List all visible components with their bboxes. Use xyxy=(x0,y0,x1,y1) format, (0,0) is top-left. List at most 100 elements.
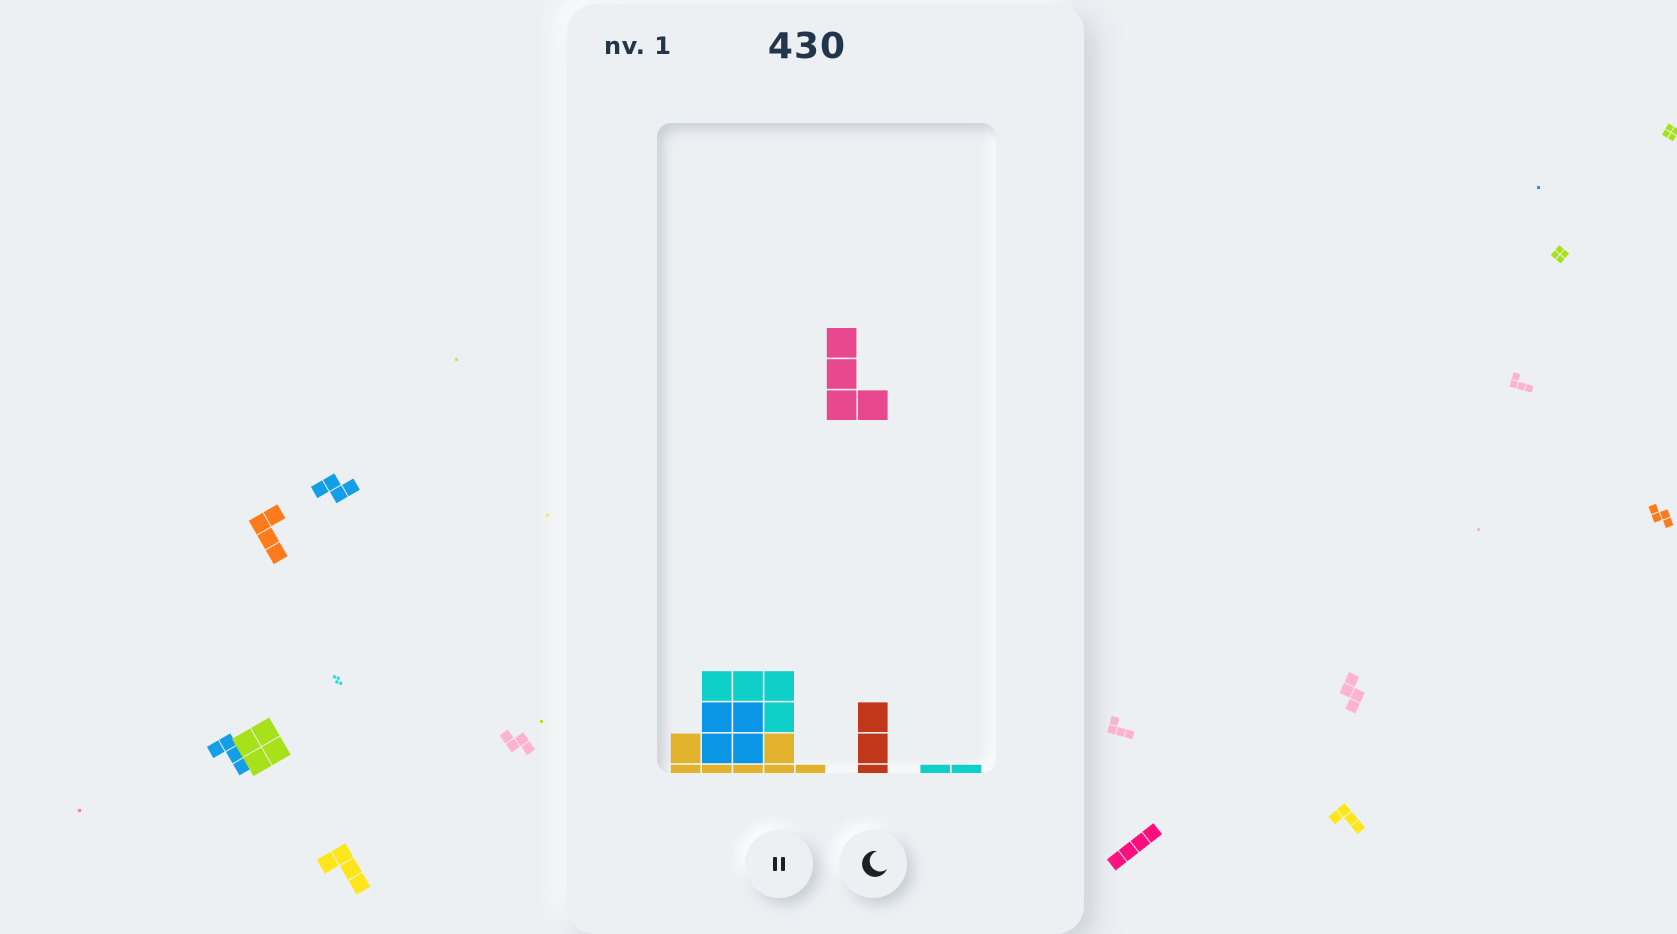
background-piece-block xyxy=(1345,699,1360,714)
settled-block xyxy=(733,765,763,773)
background-piece-block xyxy=(1344,812,1358,826)
background-piece-block xyxy=(1142,823,1162,843)
background-piece xyxy=(311,466,360,510)
score-display: 430 xyxy=(687,26,927,67)
background-piece xyxy=(1107,823,1162,870)
settled-block xyxy=(764,765,794,773)
settled-block xyxy=(764,734,794,764)
background-piece xyxy=(1648,501,1673,531)
background-piece xyxy=(331,675,344,685)
background-piece-block xyxy=(232,728,261,757)
background-piece-block xyxy=(262,737,291,766)
background-piece-block xyxy=(219,733,237,751)
background-piece-block xyxy=(1551,251,1559,259)
background-piece-block xyxy=(1512,372,1521,381)
active-piece-block xyxy=(827,390,857,420)
background-speck xyxy=(540,720,543,723)
background-piece-block xyxy=(1107,725,1117,735)
game-board[interactable] xyxy=(657,123,996,773)
background-piece xyxy=(1509,372,1535,392)
background-piece xyxy=(207,733,251,782)
background-piece-block xyxy=(515,732,529,746)
background-piece-block xyxy=(1116,727,1126,737)
background-piece-block xyxy=(1350,688,1365,703)
background-piece-block xyxy=(1555,245,1563,253)
background-piece xyxy=(249,504,303,564)
background-piece-block xyxy=(340,858,362,880)
settled-block xyxy=(858,734,888,764)
board-grid xyxy=(657,123,996,773)
active-piece-block xyxy=(858,390,888,420)
settled-block xyxy=(952,765,982,773)
background-piece-block xyxy=(1107,851,1127,871)
background-piece-block xyxy=(1351,820,1365,834)
dark-mode-button[interactable] xyxy=(839,830,907,898)
background-piece-block xyxy=(1337,803,1351,817)
background-piece-block xyxy=(1345,672,1360,687)
settled-block xyxy=(702,734,732,764)
background-speck xyxy=(455,358,458,361)
moon-icon xyxy=(856,847,890,881)
background-piece-block xyxy=(332,843,354,865)
settled-block xyxy=(671,734,701,764)
background-piece-block xyxy=(1119,842,1139,862)
active-piece-block xyxy=(827,359,857,389)
settled-block xyxy=(764,671,794,701)
background-piece xyxy=(317,843,371,903)
settled-block xyxy=(796,765,826,773)
background-piece xyxy=(500,723,536,761)
background-piece-block xyxy=(1660,509,1670,519)
background-piece xyxy=(1334,672,1370,713)
settled-block xyxy=(764,702,794,732)
settled-block xyxy=(858,702,888,732)
background-piece-block xyxy=(311,480,329,498)
pause-icon xyxy=(773,857,785,871)
background-piece xyxy=(232,717,291,776)
game-panel: nv. 1 430 xyxy=(567,4,1084,934)
background-speck xyxy=(1537,186,1540,189)
background-piece-block xyxy=(266,542,288,564)
background-piece-block xyxy=(1668,133,1676,141)
background-piece-block xyxy=(1662,130,1670,138)
background-piece xyxy=(1107,716,1137,739)
background-piece-block xyxy=(339,681,343,685)
background-piece-block xyxy=(521,741,535,755)
background-piece-block xyxy=(506,739,520,753)
background-piece-block xyxy=(226,746,244,764)
background-piece-block xyxy=(233,758,251,776)
pause-button[interactable] xyxy=(745,830,813,898)
active-piece-block xyxy=(827,328,857,358)
settled-block xyxy=(702,765,732,773)
settled-block xyxy=(671,765,701,773)
background-piece-block xyxy=(1663,518,1673,528)
settled-block xyxy=(702,671,732,701)
background-piece-block xyxy=(317,852,339,874)
background-speck xyxy=(78,809,81,812)
background-speck xyxy=(1477,528,1480,531)
background-piece-block xyxy=(1648,504,1658,514)
settled-block xyxy=(733,671,763,701)
background-piece-block xyxy=(349,873,371,895)
background-piece-block xyxy=(1509,380,1518,389)
background-piece-block xyxy=(1339,683,1354,698)
background-piece-block xyxy=(330,486,348,504)
background-piece-block xyxy=(1672,127,1677,135)
background-piece-block xyxy=(323,473,341,491)
background-piece-block xyxy=(264,504,286,526)
background-speck xyxy=(546,514,549,517)
background-piece-block xyxy=(335,680,339,684)
background-piece-block xyxy=(249,513,271,535)
background-piece-block xyxy=(1556,255,1564,263)
settled-block xyxy=(920,765,950,773)
background-piece-block xyxy=(1652,512,1662,522)
background-piece-block xyxy=(257,528,279,550)
background-piece-block xyxy=(1110,716,1120,726)
background-piece xyxy=(1329,803,1366,841)
background-piece-block xyxy=(1561,250,1569,258)
background-piece-block xyxy=(1125,729,1135,739)
settled-block xyxy=(733,702,763,732)
background-piece xyxy=(1551,245,1569,263)
settled-block xyxy=(702,702,732,732)
background-piece-block xyxy=(1665,123,1673,131)
settled-block xyxy=(733,734,763,764)
